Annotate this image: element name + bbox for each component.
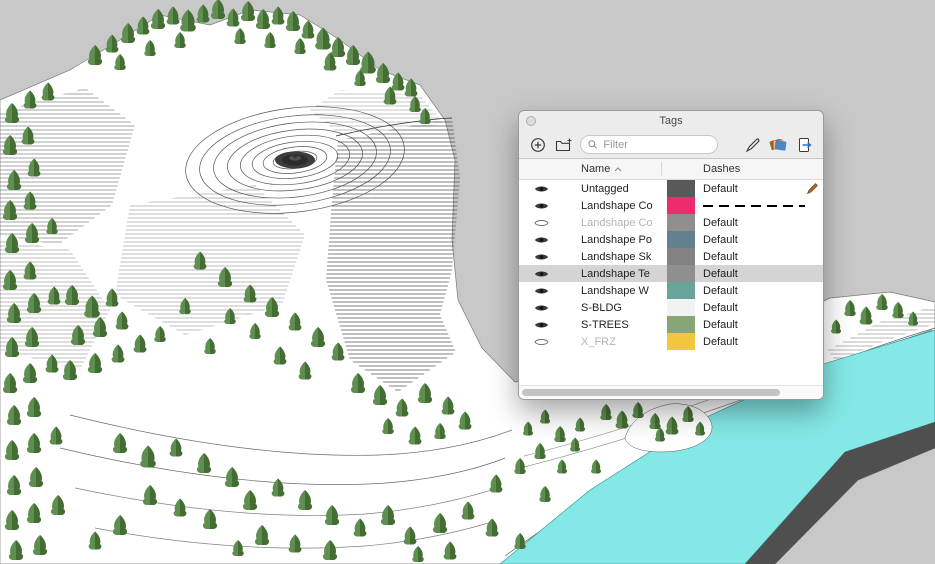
tag-name-label: Landshape Te: [581, 267, 650, 280]
dash-pattern: [703, 204, 805, 207]
name-column-label: Name: [581, 163, 611, 175]
visibility-on-icon[interactable]: [519, 235, 563, 245]
tag-color-swatch[interactable]: [667, 333, 695, 350]
tag-dashes-cell[interactable]: Default: [695, 268, 823, 280]
column-header-dashes[interactable]: Dashes: [703, 163, 740, 175]
horizontal-scrollbar[interactable]: [519, 385, 823, 399]
tag-row[interactable]: Landshape Co Default: [519, 214, 823, 231]
column-header-name[interactable]: Name: [581, 163, 622, 175]
tag-row[interactable]: S-BLDG Default: [519, 299, 823, 316]
close-button[interactable]: [526, 116, 536, 126]
tag-name-label: S-BLDG: [581, 301, 622, 314]
panel-title: Tags: [659, 115, 683, 127]
tag-dashes-cell[interactable]: Default: [695, 319, 823, 331]
current-tag-pencil-icon: [806, 182, 819, 198]
tag-dashes-cell[interactable]: Default: [695, 336, 823, 348]
add-tag-button[interactable]: [528, 135, 547, 154]
panel-toolbar: [519, 131, 823, 158]
tag-row[interactable]: Untagged Default: [519, 180, 823, 197]
tag-name-label: Landshape Sk: [581, 250, 652, 263]
folder-plus-icon: [555, 138, 571, 151]
tag-color-swatch[interactable]: [667, 282, 695, 299]
tag-row[interactable]: Landshape W Default: [519, 282, 823, 299]
tag-color-swatch[interactable]: [667, 214, 695, 231]
visibility-on-icon[interactable]: [519, 269, 563, 279]
tag-name-label: Landshape Co: [581, 216, 653, 229]
tag-name-label: Landshape Co: [581, 199, 653, 212]
tags-table: Name Dashes Untagged Default Landshape Co L…: [519, 158, 823, 399]
details-button[interactable]: [795, 135, 814, 154]
edit-style-button[interactable]: [743, 135, 762, 154]
tag-dashes-cell[interactable]: [695, 204, 823, 207]
visibility-on-icon[interactable]: [519, 252, 563, 262]
tag-dashes-cell[interactable]: Default: [695, 285, 823, 297]
scrollbar-thumb[interactable]: [522, 388, 781, 396]
tag-name-label: Untagged: [581, 182, 629, 195]
visibility-on-icon[interactable]: [519, 303, 563, 313]
pen-icon: [745, 138, 759, 152]
tower-structure: [275, 151, 315, 169]
visibility-on-icon[interactable]: [519, 184, 563, 194]
tag-name-label: Landshape Po: [581, 233, 652, 246]
tag-row[interactable]: Landshape Sk Default: [519, 248, 823, 265]
tag-dashes-cell[interactable]: Default: [695, 302, 823, 314]
tag-name-label: Landshape W: [581, 284, 649, 297]
visibility-on-icon[interactable]: [519, 201, 563, 211]
tag-name-label: X_FRZ: [581, 335, 616, 348]
tag-row[interactable]: Landshape Po Default: [519, 231, 823, 248]
tag-row[interactable]: Landshape Co: [519, 197, 823, 214]
filter-input[interactable]: [601, 137, 710, 152]
tag-color-swatch[interactable]: [667, 180, 695, 197]
panel-titlebar[interactable]: Tags: [519, 111, 823, 131]
visibility-off-icon[interactable]: [519, 218, 563, 228]
search-icon: [588, 140, 597, 149]
page-arrow-icon: [798, 137, 812, 152]
sort-caret-icon: [614, 166, 622, 171]
tag-color-swatch[interactable]: [667, 248, 695, 265]
color-stack-icon: [769, 138, 787, 151]
tag-dashes-cell[interactable]: Default: [695, 234, 823, 246]
tag-name-label: S-TREES: [581, 318, 629, 331]
tag-row[interactable]: Landshape Te Default: [519, 265, 823, 282]
color-by-tag-button[interactable]: [769, 135, 788, 154]
table-header: Name Dashes: [519, 159, 823, 180]
filter-search-box[interactable]: [580, 135, 718, 154]
tag-color-swatch[interactable]: [667, 231, 695, 248]
visibility-off-icon[interactable]: [519, 337, 563, 347]
tag-color-swatch[interactable]: [667, 265, 695, 282]
tag-row[interactable]: S-TREES Default: [519, 316, 823, 333]
tag-row[interactable]: X_FRZ Default: [519, 333, 823, 350]
column-separator[interactable]: [661, 162, 662, 176]
tag-color-swatch[interactable]: [667, 197, 695, 214]
tag-color-swatch[interactable]: [667, 316, 695, 333]
tag-dashes-cell[interactable]: Default: [695, 217, 823, 229]
visibility-on-icon[interactable]: [519, 286, 563, 296]
add-tag-folder-button[interactable]: [554, 135, 573, 154]
tags-panel: Tags Filter Name Dashes Untagged Default…: [518, 110, 824, 400]
plus-circle-icon: [530, 137, 545, 152]
tag-rows: Untagged Default Landshape Co Landshape Co D…: [519, 180, 823, 385]
tag-dashes-cell[interactable]: Default: [695, 251, 823, 263]
tag-dashes-cell[interactable]: Default: [695, 183, 823, 195]
tag-color-swatch[interactable]: [667, 299, 695, 316]
app-window: Tags Filter Name Dashes Untagged Default…: [0, 0, 935, 564]
visibility-on-icon[interactable]: [519, 320, 563, 330]
